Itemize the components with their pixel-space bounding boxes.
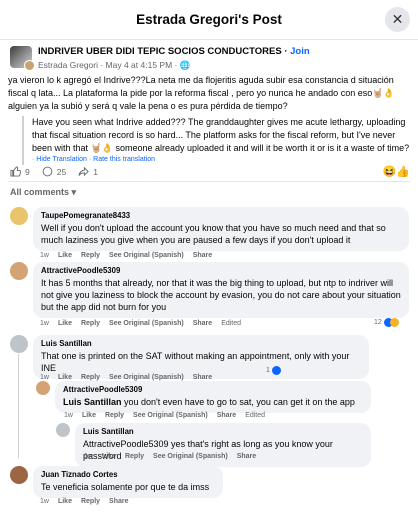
- like-button[interactable]: Like: [102, 453, 116, 460]
- reply-item: AttractivePoodle5309 Luis Santillan you …: [36, 381, 371, 413]
- group-name-link[interactable]: INDRIVER UBER DIDI TEPIC SOCIOS CONDUCTO…: [38, 46, 282, 57]
- post-translation: Have you seen what Indrive added??? The …: [22, 116, 410, 165]
- avatar[interactable]: [36, 381, 50, 395]
- like-button[interactable]: Like: [82, 412, 96, 419]
- see-original-button[interactable]: See Original (Spanish): [153, 453, 228, 460]
- rate-translation-link[interactable]: Rate this translation: [93, 156, 155, 163]
- comment-author[interactable]: AttractivePoodle5309: [63, 385, 363, 394]
- comment-actions: 1w Like Reply Share: [40, 498, 129, 505]
- share-button[interactable]: Share: [217, 412, 236, 419]
- comment-actions: 1w Like Reply See Original (Spanish) Share: [40, 252, 213, 259]
- avatar[interactable]: [10, 207, 28, 225]
- comment-author[interactable]: TaupePomegranate8433: [41, 211, 401, 220]
- comment-text: Well if you don't upload the account you…: [41, 223, 386, 245]
- avatar[interactable]: [10, 466, 28, 484]
- group-avatar[interactable]: [10, 46, 35, 71]
- share-button[interactable]: Share: [193, 320, 212, 327]
- like-button[interactable]: Like: [58, 320, 72, 327]
- avatar[interactable]: [56, 423, 70, 437]
- avatar[interactable]: [10, 262, 28, 280]
- reply-item: Luis Santillan AttractivePoodle5309 yes …: [56, 423, 371, 467]
- join-group-button[interactable]: Join: [290, 46, 310, 57]
- share-button[interactable]: Share: [237, 453, 256, 460]
- edited-label: Edited: [245, 412, 266, 419]
- reply-button[interactable]: Reply: [81, 252, 100, 259]
- comment-item: Luis Santillan That one is printed on th…: [10, 335, 369, 379]
- share-button[interactable]: Share: [193, 374, 212, 381]
- close-button[interactable]: ✕: [385, 7, 410, 32]
- close-icon: ✕: [391, 11, 404, 27]
- haha-reaction-icon: [389, 318, 399, 327]
- see-original-button[interactable]: See Original (Spanish): [109, 320, 184, 327]
- thumbs-up-icon: [10, 166, 21, 177]
- reply-button[interactable]: Reply: [125, 453, 144, 460]
- comment-actions: 1w Like Reply See Original (Spanish) Share Ed…: [64, 412, 266, 419]
- comment-sort-dropdown[interactable]: All comments ▾: [10, 187, 76, 198]
- like-button[interactable]: Like: [58, 498, 72, 505]
- comment-text: you don't even have to go to sat, you ca…: [124, 397, 355, 407]
- comment-author[interactable]: Luis Santillan: [83, 427, 363, 436]
- comment-icon: [42, 166, 53, 177]
- like-reaction-icon: [271, 366, 281, 375]
- reply-button[interactable]: Reply: [81, 498, 100, 505]
- comment-count[interactable]: 25: [42, 166, 66, 177]
- edited-label: Edited: [221, 320, 242, 327]
- globe-icon: 🌐: [179, 60, 191, 70]
- share-count[interactable]: 1: [78, 166, 98, 177]
- comment-author[interactable]: Luis Santillan: [41, 339, 361, 348]
- author-avatar[interactable]: [24, 60, 35, 71]
- like-count[interactable]: 9: [10, 166, 30, 177]
- post-body: ya vieron lo k agregó el Indrive???La ne…: [8, 75, 395, 111]
- comment-author[interactable]: Juan Tiznado Cortes: [41, 470, 215, 479]
- translation-text: Have you seen what Indrive added??? The …: [32, 117, 410, 153]
- mention-link[interactable]: Luis Santillan: [63, 397, 122, 407]
- see-original-button[interactable]: See Original (Spanish): [133, 412, 208, 419]
- post-header: INDRIVER UBER DIDI TEPIC SOCIOS CONDUCTO…: [10, 46, 310, 71]
- hide-translation-link[interactable]: Hide Translation: [36, 156, 87, 163]
- comment-author[interactable]: AttractivePoodle5309: [41, 266, 401, 275]
- reaction-count[interactable]: 1: [266, 366, 281, 375]
- share-arrow-icon: [78, 166, 89, 177]
- reaction-count[interactable]: 12: [374, 318, 399, 327]
- post-engagement-bar: 9 25 1 😆👍: [10, 165, 410, 178]
- comment-text: That one is printed on the SAT without m…: [41, 351, 350, 373]
- dialog-title: Estrada Gregori's Post: [136, 12, 282, 27]
- reply-button[interactable]: Reply: [81, 374, 100, 381]
- reaction-emoji-summary[interactable]: 😆👍: [383, 165, 410, 178]
- see-original-button[interactable]: See Original (Spanish): [109, 374, 184, 381]
- comment-item: TaupePomegranate8433 Well if you don't u…: [10, 207, 409, 251]
- post-author-line[interactable]: Estrada Gregori · May 4 at 4:15 PM ·: [38, 60, 177, 70]
- comment-actions: 1w Like Reply See Original (Spanish) Share: [40, 374, 213, 381]
- post-dialog-header: Estrada Gregori's Post ✕: [0, 0, 418, 40]
- comment-actions: 1w Like Reply See Original (Spanish) Share: [84, 453, 257, 460]
- reply-button[interactable]: Reply: [81, 320, 100, 327]
- share-button[interactable]: Share: [109, 498, 128, 505]
- comment-text: It has 5 months that already, nor that i…: [41, 278, 401, 312]
- comment-text: Te veneficia solamente por que te da ims…: [41, 482, 210, 492]
- like-button[interactable]: Like: [58, 252, 72, 259]
- divider: [8, 181, 410, 182]
- see-original-button[interactable]: See Original (Spanish): [109, 252, 184, 259]
- share-button[interactable]: Share: [193, 252, 212, 259]
- like-button[interactable]: Like: [58, 374, 72, 381]
- reply-button[interactable]: Reply: [105, 412, 124, 419]
- comment-item: AttractivePoodle5309 It has 5 months tha…: [10, 262, 409, 318]
- avatar[interactable]: [10, 335, 28, 353]
- comment-actions: 1w Like Reply See Original (Spanish) Share Ed…: [40, 320, 242, 327]
- comment-item: Juan Tiznado Cortes Te veneficia solamen…: [10, 466, 223, 498]
